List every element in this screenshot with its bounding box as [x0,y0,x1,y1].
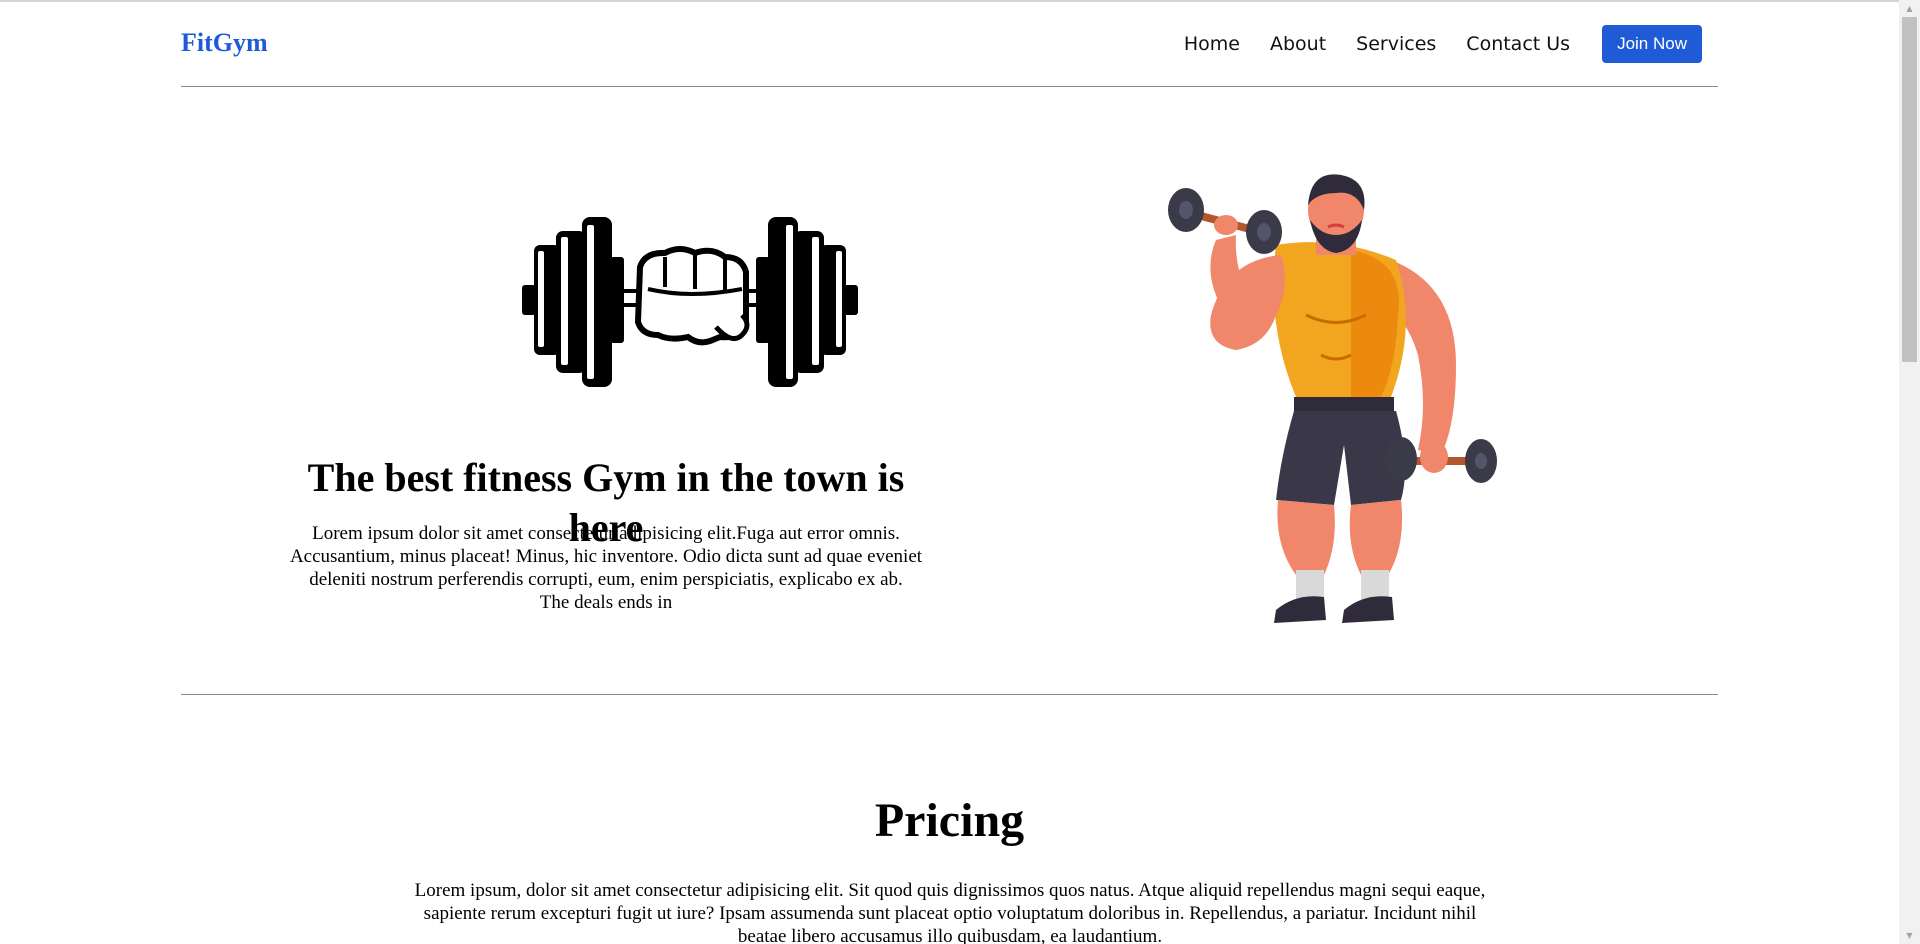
pricing-section: Pricing Lorem ipsum, dolor sit amet cons… [181,695,1718,944]
site-logo[interactable]: FitGym [181,27,268,59]
vertical-scrollbar[interactable]: ▲ ▼ [1899,0,1920,944]
navbar: FitGym Home About Services Contact Us Jo… [181,2,1718,87]
hero-description: Lorem ipsum dolor sit amet consectetur a… [266,522,946,614]
hero-content: The best fitness Gym in the town is here… [266,87,946,694]
scroll-up-arrow-icon[interactable]: ▲ [1899,0,1920,17]
pricing-title: Pricing [874,794,1025,847]
hero-paragraph: Lorem ipsum dolor sit amet consectetur a… [289,523,923,590]
deal-countdown-label: The deals ends in [539,592,673,613]
dumbbell-fist-icon [520,217,860,387]
scrollbar-thumb[interactable] [1902,17,1917,362]
page: FitGym Home About Services Contact Us Jo… [0,0,1920,944]
nav-link-home[interactable]: Home [1184,24,1240,64]
nav-links: Home About Services Contact Us Join Now [1184,24,1702,64]
muscular-man-illustration [1156,165,1516,635]
scroll-down-arrow-icon[interactable]: ▼ [1899,927,1920,944]
nav-link-contact[interactable]: Contact Us [1466,24,1570,64]
nav-link-services[interactable]: Services [1356,24,1436,64]
pricing-description: Lorem ipsum, dolor sit amet consectetur … [414,880,1486,944]
join-now-button[interactable]: Join Now [1602,25,1702,63]
nav-link-about[interactable]: About [1270,24,1326,64]
hero-section: The best fitness Gym in the town is here… [181,87,1718,695]
